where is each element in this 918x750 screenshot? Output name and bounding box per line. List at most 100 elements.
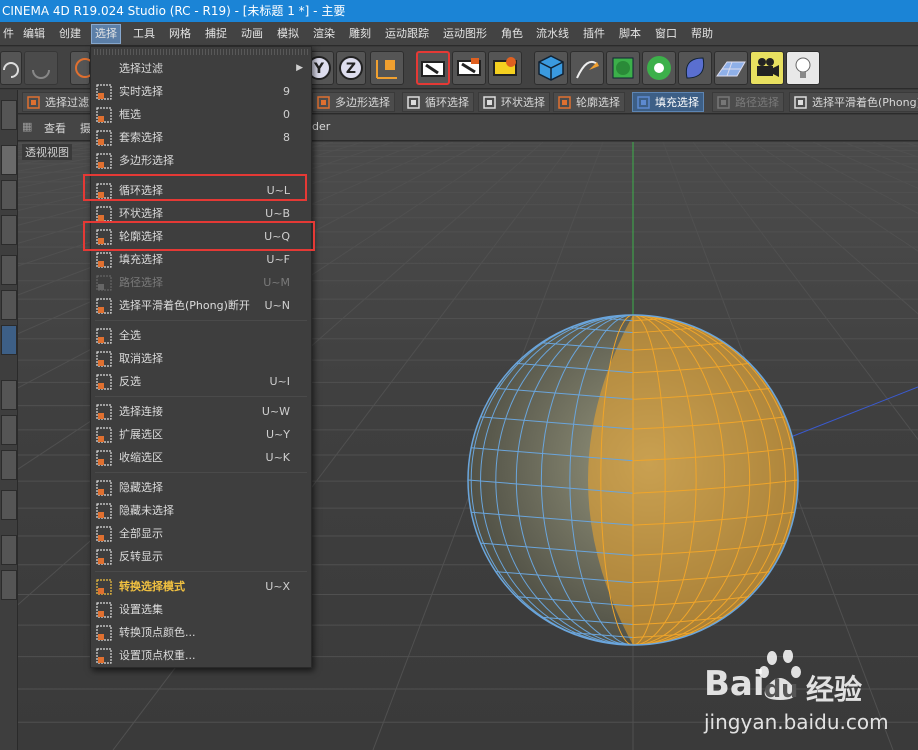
selbar-phong-break-button[interactable]: 选择平滑着色(Phong) <box>789 92 918 112</box>
redo-button[interactable] <box>24 51 58 85</box>
menu-13[interactable]: 角色 <box>498 25 526 43</box>
select-menu-item[interactable]: 选择平滑着色(Phong)断开 U~N <box>91 294 311 317</box>
floor-button[interactable] <box>714 51 748 85</box>
menu-separator <box>95 472 307 473</box>
menu-15[interactable]: 插件 <box>580 25 608 43</box>
light-button[interactable] <box>786 51 820 85</box>
workplane-lock-button[interactable] <box>1 535 17 565</box>
texture-mode-button[interactable] <box>1 180 17 210</box>
select-menu-item[interactable]: 收缩选区 U~K <box>91 446 311 469</box>
menu-tearoff-grip[interactable] <box>94 49 310 55</box>
window-titlebar: CINEMA 4D R19.024 Studio (RC - R19) - [未… <box>0 0 918 22</box>
select-menu-item[interactable]: 隐藏未选择 <box>91 499 311 522</box>
viewport-display-menu[interactable]: der <box>312 120 330 133</box>
select-menu-item[interactable]: 选择连接 U~W <box>91 400 311 423</box>
convert-selection-icon <box>96 579 112 595</box>
deformer-button[interactable] <box>678 51 712 85</box>
select-menu-item[interactable]: 路径选择 U~M <box>91 271 311 294</box>
menu-16[interactable]: 脚本 <box>616 25 644 43</box>
workplane-mode-button[interactable] <box>1 215 17 245</box>
phong-break-icon <box>794 96 807 109</box>
coordinate-system-button[interactable] <box>370 51 404 85</box>
selbar-outline-select-button[interactable]: 轮廓选择 <box>553 92 625 112</box>
menu-2[interactable]: 创建 <box>56 25 84 43</box>
menu-17[interactable]: 窗口 <box>652 25 680 43</box>
cube-primitive-button[interactable] <box>534 51 568 85</box>
point-mode-button[interactable] <box>1 255 17 285</box>
menu-item-shortcut: 8 <box>283 131 290 144</box>
z-axis-lock-button[interactable]: Z <box>336 51 366 85</box>
selbar-cursor-button[interactable]: 选择过滤 <box>22 92 94 112</box>
highlight-box-loop-select <box>83 174 307 201</box>
model-mode-button[interactable] <box>1 100 17 130</box>
menu-item-label: 选择平滑着色(Phong)断开 <box>119 299 250 312</box>
menu-14[interactable]: 流水线 <box>533 25 572 43</box>
selbar-fill-select-button[interactable]: 填充选择 <box>632 92 704 112</box>
menu-12[interactable]: 运动图形 <box>440 25 490 43</box>
menu-5[interactable]: 网格 <box>166 25 194 43</box>
render-settings-button[interactable] <box>488 51 522 85</box>
grow-select-icon <box>96 427 112 443</box>
select-menu-item[interactable]: 转换选择模式 U~X <box>91 575 311 598</box>
watermark-du: du <box>764 675 799 703</box>
selbar-path-select-button[interactable]: 路径选择 <box>712 92 784 112</box>
selbar-label: 循环选择 <box>425 96 469 109</box>
uv-mode-button[interactable] <box>1 380 17 410</box>
menu-9[interactable]: 渲染 <box>310 25 338 43</box>
polygon-select-icon <box>96 153 112 169</box>
menu-6[interactable]: 捕捉 <box>202 25 230 43</box>
edge-mode-button[interactable] <box>1 290 17 320</box>
menu-8[interactable]: 模拟 <box>274 25 302 43</box>
select-menu-item[interactable]: 转换顶点颜色... <box>91 621 311 644</box>
select-menu-item[interactable]: 反选 U~I <box>91 370 311 393</box>
select-menu-item[interactable]: 设置顶点权重... <box>91 644 311 667</box>
select-menu-item[interactable]: 全选 <box>91 324 311 347</box>
menu-1[interactable]: 编辑 <box>20 25 48 43</box>
render-view-button[interactable] <box>416 51 450 85</box>
selbar-loop-select-button[interactable]: 循环选择 <box>402 92 474 112</box>
select-menu-item[interactable]: 全部显示 <box>91 522 311 545</box>
menu-3[interactable]: 选择 <box>91 24 121 44</box>
live-select-tool-button[interactable] <box>70 51 95 85</box>
select-all-icon <box>96 328 112 344</box>
menu-item-label: 填充选择 <box>119 253 163 266</box>
tweak-mode-button[interactable] <box>1 450 17 480</box>
menu-bar: 件编辑 创建 选择 工具 网格 捕捉 动画 模拟 渲染 雕刻 运动跟踪 运动图形 角色 流水线 插件 脚本 窗口… <box>0 22 918 46</box>
select-menu-item[interactable]: 框选 0 <box>91 103 311 126</box>
select-menu-item[interactable]: 实时选择 9 <box>91 80 311 103</box>
array-cloner-button[interactable] <box>642 51 676 85</box>
select-menu-item[interactable]: 扩展选区 U~Y <box>91 423 311 446</box>
viewport-view-menu[interactable]: 查看 <box>44 120 66 136</box>
menu-separator <box>95 396 307 397</box>
selbar-label: 多边形选择 <box>335 96 390 109</box>
select-menu-item[interactable]: 套索选择 8 <box>91 126 311 149</box>
object-mode-button[interactable] <box>1 145 17 175</box>
select-menu-item[interactable]: 反转显示 <box>91 545 311 568</box>
polygon-mode-button[interactable] <box>1 325 17 355</box>
selbar-ring-select-button[interactable]: 环状选择 <box>478 92 550 112</box>
pen-spline-button[interactable] <box>570 51 604 85</box>
menu-0[interactable]: 件 <box>0 25 17 43</box>
menu-11[interactable]: 运动跟踪 <box>382 25 432 43</box>
menu-7[interactable]: 动画 <box>238 25 266 43</box>
select-menu-item[interactable]: 隐藏选择 <box>91 476 311 499</box>
menu-item-shortcut: U~I <box>269 375 290 388</box>
select-menu-item[interactable]: 取消选择 <box>91 347 311 370</box>
grid-snap-button[interactable] <box>1 570 17 600</box>
undo-button[interactable] <box>0 51 22 85</box>
select-menu-item[interactable]: 选择过滤 ▶ <box>91 57 311 80</box>
menu-4[interactable]: 工具 <box>130 25 158 43</box>
snap-button[interactable] <box>1 490 17 520</box>
axis-mode-button[interactable] <box>1 415 17 445</box>
subdivision-surface-button[interactable] <box>606 51 640 85</box>
menu-18[interactable]: 帮助 <box>688 25 716 43</box>
selbar-polygon-select-button[interactable]: 多边形选择 <box>312 92 395 112</box>
select-menu-item[interactable]: 设置选集 <box>91 598 311 621</box>
render-to-picture-viewer-button[interactable] <box>452 51 486 85</box>
select-menu-item[interactable]: 多边形选择 <box>91 149 311 172</box>
camera-button[interactable] <box>750 51 784 85</box>
menu-item-label: 反转显示 <box>119 550 163 563</box>
sphere-object[interactable] <box>467 314 799 646</box>
select-menu-item[interactable]: 填充选择 U~F <box>91 248 311 271</box>
menu-10[interactable]: 雕刻 <box>346 25 374 43</box>
